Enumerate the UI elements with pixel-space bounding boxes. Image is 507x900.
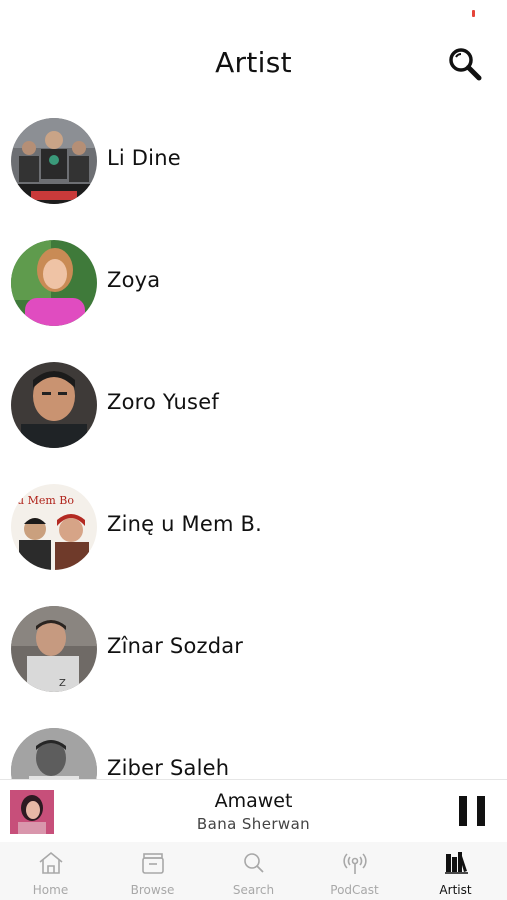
artist-name: Zoya xyxy=(107,268,161,292)
artist-name: Zinę u Mem B. xyxy=(107,512,262,536)
artist-name: Li Dine xyxy=(107,146,181,170)
artist-avatar: u Mem Bo xyxy=(11,484,97,570)
home-icon xyxy=(39,851,63,874)
artist-avatar xyxy=(11,118,97,204)
artist-row-zoro-yusef[interactable]: Zoro Yusef xyxy=(0,354,507,454)
podcast-icon xyxy=(343,853,367,874)
search-icon xyxy=(244,853,264,873)
artist-row-zine-u-mem-b[interactable]: u Mem Bo Zinę u Mem B. xyxy=(0,476,507,576)
artist-row-li-dine[interactable]: Li Dine xyxy=(0,110,507,210)
tab-artist[interactable]: Artist xyxy=(405,842,506,900)
artist-avatar: Z xyxy=(11,606,97,692)
tab-label: Browse xyxy=(130,883,175,897)
tab-label: Search xyxy=(232,883,275,897)
mini-player[interactable]: Amawet Bana Sherwan xyxy=(0,779,507,843)
artist-row-zoya[interactable]: Zoya xyxy=(0,232,507,332)
tab-podcast[interactable]: PodCast xyxy=(304,842,405,900)
now-playing-artist: Bana Sherwan xyxy=(196,815,311,833)
tab-label: PodCast xyxy=(330,883,379,897)
artist-name: Zoro Yusef xyxy=(107,390,219,414)
tab-browse[interactable]: Browse xyxy=(102,842,203,900)
pause-icon xyxy=(459,796,467,826)
header: Artist xyxy=(0,40,507,88)
artist-row-zinar-sozdar[interactable]: Z Zînar Sozdar xyxy=(0,598,507,698)
browse-icon xyxy=(142,853,164,874)
artist-avatar xyxy=(11,240,97,326)
pause-button[interactable] xyxy=(459,796,485,826)
page-title: Artist xyxy=(215,46,292,79)
pause-icon xyxy=(477,796,485,826)
search-icon xyxy=(449,48,482,81)
tab-bar: Home Browse Search PodCast Artist xyxy=(0,842,507,900)
tab-home[interactable]: Home xyxy=(0,842,101,900)
status-indicator xyxy=(472,10,475,17)
artist-name: Zînar Sozdar xyxy=(107,634,244,658)
now-playing-title: Amawet xyxy=(214,790,293,812)
tab-search[interactable]: Search xyxy=(203,842,304,900)
svg-text:Z: Z xyxy=(59,678,66,689)
artist-avatar xyxy=(11,362,97,448)
svg-text:u Mem Bo: u Mem Bo xyxy=(17,494,74,507)
artist-icon xyxy=(445,852,468,874)
artist-name: Ziber Saleh xyxy=(107,756,230,780)
search-button[interactable] xyxy=(445,44,485,84)
tab-label: Artist xyxy=(439,883,472,897)
tab-label: Home xyxy=(32,883,69,897)
